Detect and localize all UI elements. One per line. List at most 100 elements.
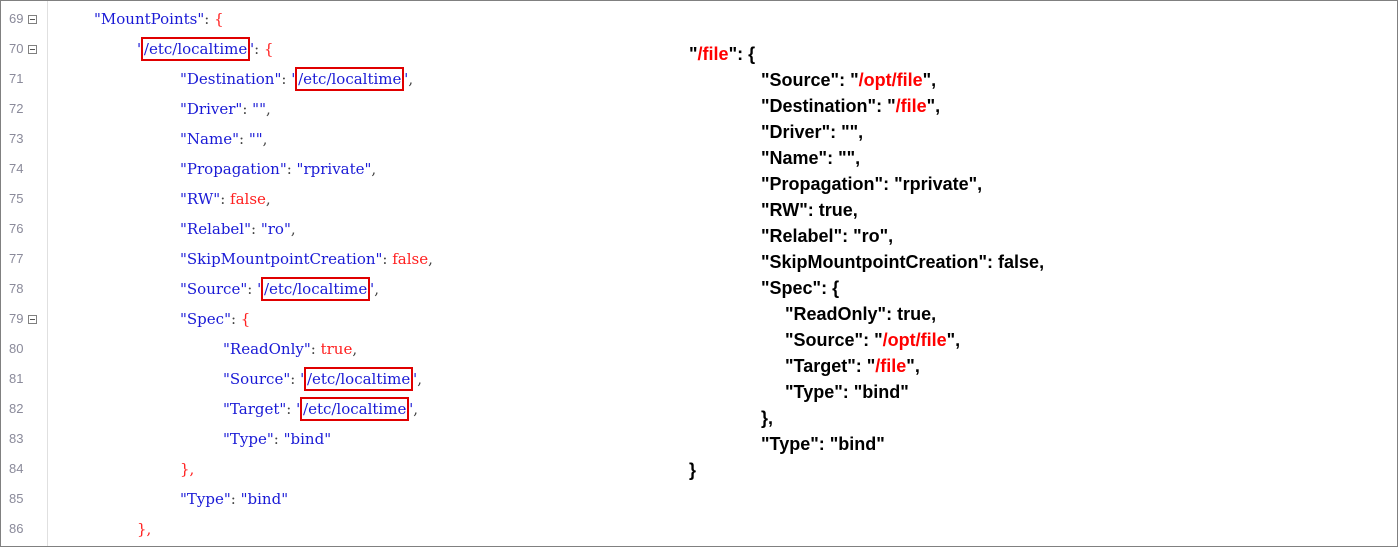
code-line: "/etc/localtime": { [137, 34, 274, 64]
comma: , [265, 190, 271, 208]
quote: " [257, 280, 264, 298]
quote: " [223, 370, 230, 388]
comma: , [408, 70, 414, 88]
json-key: Target [229, 400, 280, 418]
json-key: Name [186, 130, 233, 148]
json-string-value: /etc/localtime [300, 397, 410, 421]
code-line: "Propagation": "rprivate", [180, 154, 376, 184]
quote: " [180, 310, 187, 328]
line-number: 86 [9, 514, 49, 544]
code-line: }, [180, 454, 194, 484]
quote: " [180, 490, 187, 508]
json-string-value: /etc/localtime [260, 277, 371, 301]
quote: " [223, 490, 231, 508]
quote: " [296, 400, 304, 418]
quote: " [260, 220, 268, 238]
annotation-text: ", [946, 330, 961, 350]
quote: " [240, 490, 248, 508]
highlighted-path: /file [895, 96, 927, 116]
open-brace: { [214, 10, 224, 28]
comma: , [428, 250, 433, 268]
annotation-text: "Destination": " [761, 96, 896, 116]
json-key: RW [186, 190, 214, 208]
annotation-line: "Target": "/file", [785, 353, 920, 379]
line-number: 85 [9, 484, 49, 514]
line-number-text: 86 [9, 521, 24, 536]
code-line: "ReadOnly": true, [223, 334, 357, 364]
annotation-line: "Source": "/opt/file", [785, 327, 960, 353]
colon: : [281, 70, 292, 88]
line-number-text: 73 [9, 131, 24, 146]
quote: " [300, 370, 307, 388]
annotation-text: "SkipMountpointCreation": false, [761, 252, 1045, 272]
quote: " [244, 220, 251, 238]
json-boolean: true [320, 340, 353, 358]
json-key: Driver [186, 100, 236, 118]
annotation-line: "/file": { [689, 41, 755, 67]
line-number-gutter: 69 70 71 72 73 74 75 76 77 78 79 80 81 82 83 84 85 86 [1, 1, 48, 546]
annotation-text: ": { [728, 44, 756, 64]
annotation-text: "Type": "bind" [785, 382, 909, 402]
fold-collapse-icon[interactable] [28, 45, 37, 54]
quote: " [281, 490, 289, 508]
line-number-text: 80 [9, 341, 24, 356]
line-number: 80 [9, 334, 49, 364]
annotation-line: "ReadOnly": true, [785, 301, 936, 327]
json-key: Source [186, 280, 241, 298]
colon: : [242, 100, 253, 118]
line-number: 69 [9, 4, 49, 34]
annotation-line: }, [761, 405, 773, 431]
annotation-text: "ReadOnly": true, [785, 304, 937, 324]
line-number-text: 71 [9, 71, 24, 86]
json-key: SkipMountpointCreation [186, 250, 376, 268]
quote: " [223, 400, 230, 418]
annotation-text: ", [922, 70, 937, 90]
json-string-value: ro [267, 220, 284, 238]
quote: " [180, 130, 187, 148]
quote: " [283, 220, 291, 238]
screenshot-frame: 69 70 71 72 73 74 75 76 77 78 79 80 81 82 83 84 85 86 "Mo… [0, 0, 1398, 547]
colon: : [230, 310, 241, 328]
colon: : [238, 130, 249, 148]
line-number: 84 [9, 454, 49, 484]
code-line: "Source": "/etc/localtime", [180, 274, 379, 304]
quote: " [283, 430, 291, 448]
quote: " [324, 430, 332, 448]
json-string-value: /etc/localtime [295, 67, 405, 91]
code-line: "Type": "bind" [180, 484, 288, 514]
quote: " [180, 100, 187, 118]
comma: , [374, 280, 379, 298]
code-line: "Source": "/etc/localtime", [223, 364, 422, 394]
quote: " [180, 160, 187, 178]
line-number: 70 [9, 34, 49, 64]
colon: : [286, 160, 297, 178]
line-number-text: 75 [9, 191, 24, 206]
comma: , [352, 340, 358, 358]
quote: " [180, 220, 187, 238]
annotation-text: "Spec": { [761, 278, 840, 298]
line-number-text: 85 [9, 491, 24, 506]
json-string-value: /etc/localtime [303, 367, 414, 391]
line-number-text: 79 [9, 311, 24, 326]
comma: , [290, 220, 296, 238]
highlighted-path: /file [697, 44, 729, 64]
line-number: 77 [9, 244, 49, 274]
annotation-text: ", [906, 356, 920, 376]
annotation-line: "RW": true, [761, 197, 858, 223]
fold-collapse-icon[interactable] [28, 315, 37, 324]
quote: " [94, 10, 101, 28]
quote: " [279, 160, 287, 178]
code-line: "Destination": "/etc/localtime", [180, 64, 413, 94]
fold-collapse-icon[interactable] [28, 15, 37, 24]
line-number: 79 [9, 304, 49, 334]
quote: " [180, 190, 187, 208]
quote: " [255, 130, 263, 148]
json-key: Type [229, 430, 267, 448]
line-number: 76 [9, 214, 49, 244]
json-string-value: bind [290, 430, 325, 448]
annotation-line: "Relabel": "ro", [761, 223, 893, 249]
line-number-text: 69 [9, 11, 24, 26]
quote: " [259, 100, 266, 118]
highlighted-path: /opt/file [882, 330, 947, 350]
colon: : [254, 40, 264, 58]
